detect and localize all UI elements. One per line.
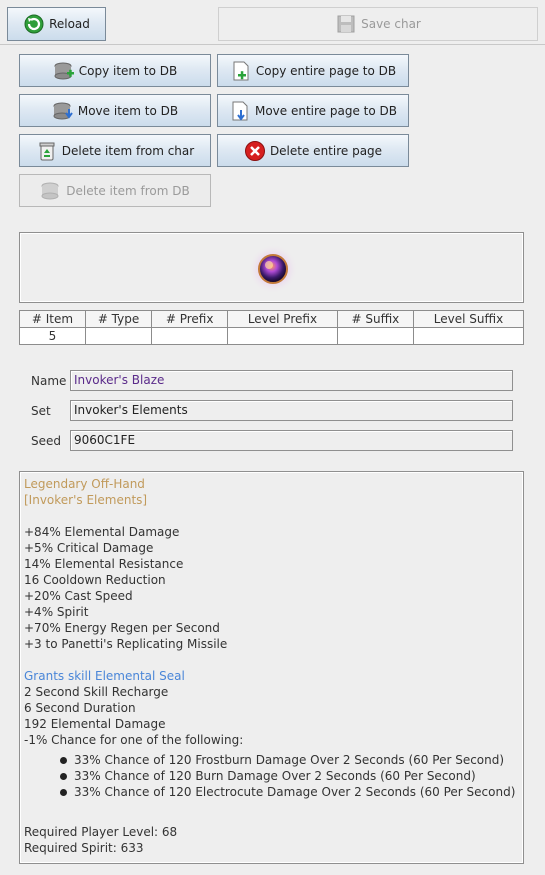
move-page-label: Move entire page to DB: [254, 103, 397, 118]
stat-line: 16 Cooldown Reduction: [24, 573, 166, 587]
name-field[interactable]: Invoker's Blaze: [70, 370, 513, 391]
refresh-icon: [23, 13, 45, 35]
table-cell-item[interactable]: 5: [19, 327, 86, 345]
table-header-row: # Item # Type # Prefix Level Prefix # Su…: [19, 310, 525, 328]
stat-line: +70% Energy Regen per Second: [24, 621, 220, 635]
save-char-label: Save char: [361, 17, 421, 31]
column-header-level-suffix[interactable]: Level Suffix: [412, 310, 525, 328]
table-cell-prefix[interactable]: [151, 327, 229, 345]
delete-page-button[interactable]: Delete entire page: [217, 134, 409, 167]
copy-item-label: Copy item to DB: [78, 63, 178, 78]
move-page-button[interactable]: Move entire page to DB: [217, 94, 409, 127]
move-item-button[interactable]: Move item to DB: [19, 94, 211, 127]
reload-label: Reload: [49, 17, 90, 31]
column-header-prefix[interactable]: # Prefix: [151, 310, 229, 328]
column-header-type[interactable]: # Type: [84, 310, 153, 328]
list-item: 33% Chance of 120 Electrocute Damage Ove…: [60, 784, 519, 800]
copy-page-label: Copy entire page to DB: [255, 63, 397, 78]
copy-page-button[interactable]: Copy entire page to DB: [217, 54, 409, 87]
delete-item-from-char-label: Delete item from char: [61, 143, 195, 158]
skill-stat-line: 192 Elemental Damage: [24, 717, 166, 731]
required-spirit: Required Spirit: 633: [24, 841, 144, 855]
bullet-icon: [60, 789, 67, 796]
name-label: Name: [31, 374, 67, 388]
stat-line: +20% Cast Speed: [24, 589, 133, 603]
skill-title: Grants skill Elemental Seal: [24, 669, 185, 683]
required-level: Required Player Level: 68: [24, 825, 178, 839]
page-move-icon: [229, 100, 251, 122]
item-description-panel: Legendary Off-Hand [Invoker's Elements] …: [19, 471, 524, 864]
table-cell-suffix[interactable]: [336, 327, 414, 345]
stat-line: +3 to Panetti's Replicating Missile: [24, 637, 228, 651]
seed-field[interactable]: 9060C1FE: [70, 430, 513, 451]
item-rarity: Legendary Off-Hand: [24, 477, 145, 491]
save-char-button[interactable]: Save char: [218, 7, 538, 41]
bullet-icon: [60, 773, 67, 780]
item-image-panel: [19, 232, 524, 303]
move-item-label: Move item to DB: [77, 103, 179, 118]
copy-item-button[interactable]: Copy item to DB: [19, 54, 211, 87]
seed-label: Seed: [31, 434, 61, 448]
database-delete-icon: [40, 180, 62, 202]
stat-line: +4% Spirit: [24, 605, 89, 619]
delete-item-from-db-button[interactable]: Delete item from DB: [19, 174, 211, 207]
skill-stat-line: 6 Second Duration: [24, 701, 136, 715]
item-stats-table: # Item # Type # Prefix Level Prefix # Su…: [19, 310, 525, 345]
set-field[interactable]: Invoker's Elements: [70, 400, 513, 421]
floppy-icon: [335, 13, 357, 35]
list-item: 33% Chance of 120 Burn Damage Over 2 Sec…: [60, 768, 519, 784]
table-cell-level-suffix[interactable]: [412, 327, 525, 345]
stat-line: +5% Critical Damage: [24, 541, 154, 555]
list-item: 33% Chance of 120 Frostburn Damage Over …: [60, 752, 519, 768]
bullet-icon: [60, 757, 67, 764]
reload-button[interactable]: Reload: [7, 7, 106, 41]
delete-page-label: Delete entire page: [269, 143, 383, 158]
table-cell-level-prefix[interactable]: [227, 327, 338, 345]
skill-stat-line: -1% Chance for one of the following:: [24, 733, 244, 747]
recycle-bin-icon: [36, 140, 58, 162]
stat-line: +84% Elemental Damage: [24, 525, 180, 539]
database-move-icon: [52, 100, 74, 122]
column-header-suffix[interactable]: # Suffix: [336, 310, 414, 328]
item-set-name: [Invoker's Elements]: [24, 493, 148, 507]
skill-stat-line: 2 Second Skill Recharge: [24, 685, 169, 699]
delete-item-from-db-label: Delete item from DB: [66, 183, 190, 198]
delete-item-from-char-button[interactable]: Delete item from char: [19, 134, 211, 167]
table-row[interactable]: 5: [19, 327, 525, 345]
database-add-icon: [53, 60, 75, 82]
column-header-item[interactable]: # Item: [19, 310, 86, 328]
stat-line: 14% Elemental Resistance: [24, 557, 184, 571]
page-add-icon: [230, 60, 252, 82]
chance-list: 33% Chance of 120 Frostburn Damage Over …: [24, 752, 519, 800]
column-header-level-prefix[interactable]: Level Prefix: [227, 310, 338, 328]
delete-icon: [244, 140, 266, 162]
item-orb-icon[interactable]: [247, 243, 299, 295]
set-label: Set: [31, 404, 51, 418]
table-cell-type[interactable]: [84, 327, 153, 345]
